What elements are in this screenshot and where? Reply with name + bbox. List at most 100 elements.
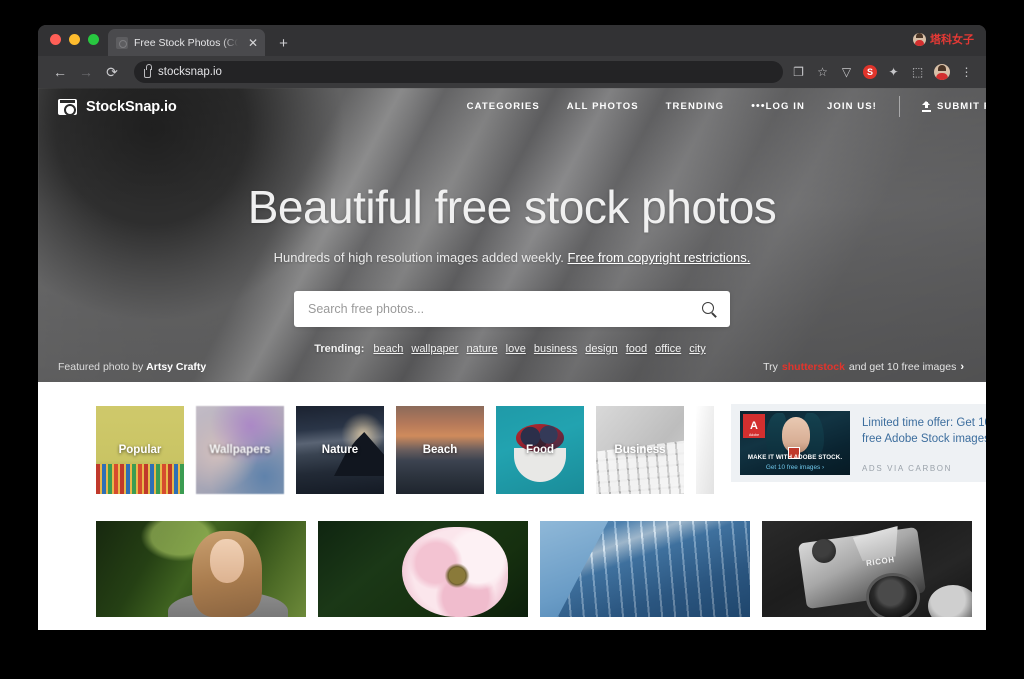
trending-tag-food[interactable]: food <box>626 343 647 355</box>
site-logo[interactable]: StockSnap.io <box>58 98 177 116</box>
new-tab-button[interactable]: + <box>279 36 288 51</box>
category-tile-nature[interactable]: Nature <box>296 406 384 494</box>
chevron-right-icon: › <box>960 361 964 373</box>
trending-tags: Trending: beach wallpaper nature love busines… <box>38 343 986 355</box>
ad-attribution[interactable]: ADS VIA CARBON <box>862 464 986 473</box>
close-window-button[interactable] <box>50 34 61 45</box>
ad-headline[interactable]: Limited time offer: Get 10 free Adobe St… <box>862 416 986 447</box>
nav-categories[interactable]: CATEGORIES <box>467 101 540 112</box>
profile-chip[interactable]: 塔科女子 <box>913 31 974 47</box>
page-title: Beautiful free stock photos <box>247 181 777 233</box>
profile-name-label: 塔科女子 <box>930 34 974 46</box>
browser-tab[interactable]: Free Stock Photos (CC0) - Sto ✕ <box>108 29 266 56</box>
featured-author[interactable]: Artsy Crafty <box>146 361 206 373</box>
camera-dial <box>812 539 836 563</box>
bookmark-star-icon[interactable]: ☆ <box>815 65 830 80</box>
close-icon[interactable]: ✕ <box>244 37 258 49</box>
search-input[interactable] <box>308 302 702 316</box>
trending-tag-love[interactable]: love <box>506 343 526 355</box>
trending-tag-office[interactable]: office <box>655 343 681 355</box>
trending-tag-beach[interactable]: beach <box>373 343 403 355</box>
trending-tag-city[interactable]: city <box>689 343 706 355</box>
copyright-link[interactable]: Free from copyright restrictions. <box>568 250 751 265</box>
category-tile-label: Beach <box>422 444 458 456</box>
submit-photos-button[interactable]: SUBMIT PHOTOS <box>921 100 986 112</box>
upload-icon <box>921 100 931 112</box>
back-button[interactable]: ← <box>48 60 72 84</box>
carbon-ad[interactable]: A MAKE IT WITH ADOBE STOCK. Get 10 free … <box>731 404 986 482</box>
profile-avatar-icon <box>913 32 926 46</box>
nav-all-photos[interactable]: ALL PHOTOS <box>567 101 639 112</box>
nav-log-in[interactable]: LOG IN <box>766 101 805 112</box>
nav-account-links: LOG IN JOIN US! SUBMIT PHOTOS <box>766 96 986 117</box>
site-logo-label: StockSnap.io <box>86 98 177 115</box>
profile-avatar-icon[interactable] <box>934 64 950 80</box>
photo-ricoh-camera[interactable]: RICOH <box>762 521 972 617</box>
photo-pink-poppy-flower[interactable] <box>318 521 528 617</box>
more-menu-icon[interactable]: ⋮ <box>959 65 974 80</box>
photo-petals <box>402 527 508 617</box>
browser-toolbar: ← → ⟳ stocksnap.io ❐ ☆ ▽ S ✦ ⬚ ⋮ <box>38 56 986 88</box>
nav-more-icon[interactable]: ••• <box>751 101 766 112</box>
ad-banner-line2: Get 10 free images › <box>765 464 825 471</box>
category-tile-food[interactable]: Food <box>496 406 584 494</box>
category-tile-label: Wallpapers <box>209 444 271 456</box>
featured-photo-credit: Featured photo by Artsy Crafty <box>58 361 206 373</box>
reload-button[interactable]: ⟳ <box>100 60 124 84</box>
browser-tab-title: Free Stock Photos (CC0) - Sto <box>134 36 238 49</box>
browser-tabstrip: Free Stock Photos (CC0) - Sto ✕ + 塔科女子 <box>38 25 986 56</box>
trending-tag-business[interactable]: business <box>534 343 577 355</box>
photo-face <box>210 539 244 583</box>
category-tile-label: Business <box>614 444 666 456</box>
hero-footer: Featured photo by Artsy Crafty Try shutt… <box>38 361 986 373</box>
ad-text-block: Limited time offer: Get 10 free Adobe St… <box>862 413 986 473</box>
featured-prefix: Featured photo by <box>58 361 147 373</box>
camera-icon <box>58 98 77 116</box>
hero-section: StockSnap.io CATEGORIES ALL PHOTOS TREND… <box>38 88 986 382</box>
nav-join-us[interactable]: JOIN US! <box>827 101 877 112</box>
shutterstock-promo[interactable]: Try shutterstock and get 10 free images › <box>763 361 964 373</box>
trending-tag-design[interactable]: design <box>585 343 617 355</box>
category-tile-label: Food <box>525 444 555 456</box>
category-tile-beach[interactable]: Beach <box>396 406 484 494</box>
window-traffic-lights <box>50 34 99 45</box>
category-tile-label: Nature <box>321 444 359 456</box>
address-bar-url: stocksnap.io <box>158 66 222 78</box>
category-tile-business[interactable]: Business <box>596 406 684 494</box>
page-content: Popular Wallpapers Nature Beach Food Bus… <box>38 382 986 617</box>
photo-glass-building[interactable] <box>540 521 750 617</box>
category-tile-wallpapers[interactable]: Wallpapers <box>196 406 284 494</box>
category-tile-partial[interactable] <box>696 406 714 494</box>
adobe-stock-ad-image[interactable]: A MAKE IT WITH ADOBE STOCK. Get 10 free … <box>740 411 850 475</box>
adobe-logo-icon: A <box>743 414 765 438</box>
hero-subtitle-text: Hundreds of high resolution images added… <box>273 250 568 265</box>
category-tile-popular[interactable]: Popular <box>96 406 184 494</box>
address-bar[interactable]: stocksnap.io <box>134 61 783 83</box>
lock-icon <box>144 63 152 78</box>
trending-label: Trending: <box>314 343 365 355</box>
shutterstock-brand: shutterstock <box>781 361 845 373</box>
category-tile-label: Popular <box>118 444 162 456</box>
nav-trending[interactable]: TRENDING <box>666 101 724 112</box>
forward-button[interactable]: → <box>74 60 98 84</box>
puzzle-extension-icon[interactable]: ✦ <box>886 65 901 80</box>
translate-icon[interactable]: ❐ <box>791 65 806 80</box>
cast-icon[interactable]: ⬚ <box>910 65 925 80</box>
photo-grid-row: RICOH <box>38 494 986 617</box>
search-bar[interactable] <box>294 291 730 327</box>
minimize-window-button[interactable] <box>69 34 80 45</box>
promo-suffix: and get 10 free images <box>848 361 957 373</box>
trending-tag-nature[interactable]: nature <box>466 343 497 355</box>
toolbar-icon-group: ❐ ☆ ▽ S ✦ ⬚ ⋮ <box>791 64 976 80</box>
camera-filter <box>928 585 972 617</box>
maximize-window-button[interactable] <box>88 34 99 45</box>
browser-window: Free Stock Photos (CC0) - Sto ✕ + 塔科女子 ←… <box>38 25 986 630</box>
extension-s-badge-icon[interactable]: S <box>863 65 877 79</box>
camera-lens <box>866 573 920 617</box>
ad-banner-line1: MAKE IT WITH ADOBE STOCK. <box>747 454 843 461</box>
search-icon[interactable] <box>702 301 717 317</box>
photo-woman-portrait[interactable] <box>96 521 306 617</box>
category-tile-row: Popular Wallpapers Nature Beach Food Bus… <box>38 382 986 494</box>
trending-tag-wallpaper[interactable]: wallpaper <box>411 343 458 355</box>
pocket-icon[interactable]: ▽ <box>839 65 854 80</box>
